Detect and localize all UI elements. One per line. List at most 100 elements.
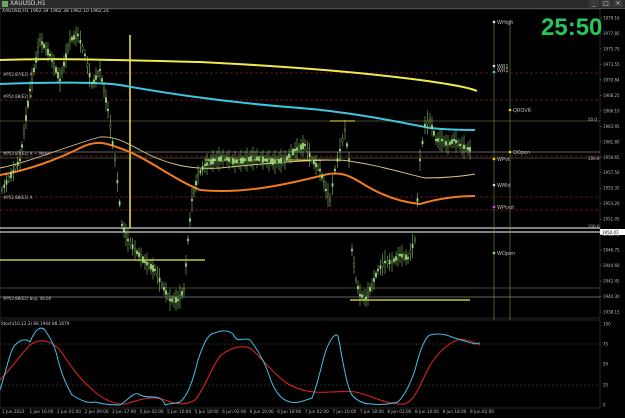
candle-body: [67, 44, 69, 52]
candle-body: [218, 157, 220, 162]
candle-body: [272, 158, 274, 165]
candle-body: [226, 157, 228, 161]
marker-wr1: [492, 64, 496, 68]
marker-qrovr: [508, 108, 512, 112]
candle-body: [142, 256, 144, 263]
candle-body: [165, 290, 167, 295]
candle-body: [308, 152, 311, 158]
candle-body: [37, 46, 39, 54]
time-axis-label: 2 Jun 17:00: [112, 409, 137, 414]
candle-body: [95, 75, 97, 80]
chart-window[interactable]: XAUUSD,H1 _ □ × XAUUSD,H1 1962.34 1962.3…: [0, 0, 625, 418]
candle-body: [421, 140, 424, 145]
candle-body: [411, 243, 414, 249]
candle-body: [399, 253, 401, 257]
price-axis-label: 1948.90: [603, 232, 620, 237]
candle-body: [407, 256, 409, 260]
candle-body: [329, 198, 331, 202]
candle-body: [244, 158, 246, 162]
time-axis-label: 9 Jun 02:00: [470, 409, 494, 414]
candle-body: [431, 125, 433, 129]
candle-body: [240, 158, 242, 164]
candle-body: [296, 147, 298, 151]
price-axis-label: 1942.45: [603, 279, 620, 284]
candle-body: [461, 144, 463, 148]
candle-body: [250, 156, 252, 162]
candle-body: [214, 158, 216, 162]
candle-body: [138, 252, 140, 257]
candle-body: [144, 260, 146, 264]
price-axis-label: 1970.84: [603, 77, 620, 82]
candle-body: [282, 157, 284, 164]
candle-body: [443, 140, 445, 144]
candle-body: [103, 87, 105, 93]
stoch-panel-border: [0, 319, 601, 409]
candle-body: [405, 254, 407, 260]
time-axis-label: 7 Jun 18:00: [359, 409, 384, 414]
time-axis-label: 5 Jun 18:00: [194, 409, 219, 414]
candle-body: [373, 278, 375, 282]
candle-body: [331, 183, 334, 187]
stoch-axis-label: 0: [603, 403, 606, 408]
candle-body: [171, 298, 173, 302]
candle-body: [353, 263, 355, 267]
candle-body: [222, 155, 224, 162]
candle-body: [323, 181, 325, 186]
candle-body: [109, 125, 112, 129]
label-wmid: WMid: [497, 183, 511, 189]
candle-body: [136, 250, 138, 255]
candle-body: [278, 159, 280, 164]
candle-body: [264, 158, 266, 162]
candle-body: [254, 156, 256, 160]
candle-body: [375, 272, 377, 278]
candle-body: [35, 57, 37, 63]
candle-body: [403, 254, 405, 259]
candle-body: [77, 33, 79, 37]
candle-body: [29, 88, 31, 92]
candle-body: [127, 238, 129, 242]
candle-body: [467, 147, 469, 151]
candle-body: [256, 156, 258, 161]
level-label-3: #P53.87(E2) A — Mean: [3, 151, 50, 156]
candle-body: [465, 146, 467, 150]
candle-body: [334, 168, 336, 172]
candle-body: [298, 145, 300, 151]
candle-body: [348, 158, 350, 162]
candle-body: [457, 141, 459, 146]
candle-body: [260, 156, 262, 162]
candle-body: [25, 115, 27, 121]
price-axis-label: 1944.60: [603, 263, 620, 268]
candle-body: [111, 141, 114, 146]
candle-body: [118, 201, 121, 206]
price-chart[interactable]: #P53.87(E2) A #P54.88(E2) A #P53.87(E2) …: [0, 0, 625, 418]
candle-body: [351, 248, 353, 252]
marker-whigh: [492, 20, 496, 24]
candle-body: [441, 138, 443, 142]
candle-body: [344, 128, 346, 132]
candle-body: [414, 238, 416, 242]
price-axis-label: 1951.05: [603, 217, 620, 222]
candle-body: [246, 157, 248, 162]
candle-body: [27, 100, 29, 108]
candle-body: [79, 40, 82, 44]
candle-body: [248, 157, 250, 162]
candle-body: [16, 161, 19, 166]
price-axis-label: 1957.50: [603, 170, 620, 175]
time-axis-label: 7 Jun 10:00: [332, 409, 357, 414]
candle-body: [177, 298, 179, 302]
candle-body: [445, 141, 447, 146]
price-axis-label: 1940.30: [603, 294, 620, 299]
candle-body: [187, 238, 189, 242]
candle-body: [3, 184, 6, 188]
candle-body: [292, 148, 294, 156]
candle-body: [266, 158, 268, 163]
candle-body: [65, 53, 67, 59]
candle-body: [114, 158, 116, 162]
candle-body: [377, 268, 379, 272]
weekly-level-markers: WHigh WR1 WR1 QROVR QOpen WPvt WMid WPiv…: [492, 20, 532, 257]
label-wr1b: WR1: [497, 68, 509, 74]
candle-body: [252, 155, 254, 162]
candle-body: [123, 228, 125, 232]
price-axis-label: 1959.65: [603, 155, 620, 160]
price-tag-1: 50.0: [588, 117, 597, 122]
